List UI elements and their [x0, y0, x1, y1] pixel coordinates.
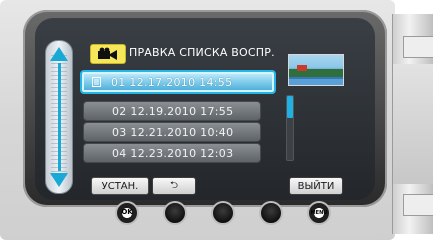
list-item-3[interactable]: 03 12.21.2010 10:40: [83, 122, 261, 142]
page-title: ПРАВКА СПИСКА ВОСПР.: [129, 46, 275, 59]
list-item-label: 04 12.23.2010 12:03: [112, 146, 234, 160]
list-item-4[interactable]: 04 12.23.2010 12:03: [83, 143, 261, 163]
video-thumbnail: [288, 54, 344, 86]
key-4[interactable]: [259, 201, 283, 225]
up-arrow-icon[interactable]: [50, 47, 68, 61]
list-item-1[interactable]: 01 12.17.2010 14:55: [80, 70, 276, 94]
menu-key[interactable]: MENU: [307, 201, 331, 225]
movie-camera-icon: [90, 44, 126, 64]
menu-label: MENU: [310, 210, 328, 216]
exit-button[interactable]: ВЫЙТИ: [289, 177, 343, 195]
scrollbar-thumb[interactable]: [287, 96, 293, 118]
key-2[interactable]: [163, 201, 187, 225]
list-item-label: 01 12.17.2010 14:55: [111, 75, 233, 89]
ok-key[interactable]: OK: [115, 201, 139, 225]
list-item-label: 02 12.19.2010 17:55: [112, 104, 234, 118]
down-arrow-icon[interactable]: [50, 173, 68, 187]
return-arrow-icon: ⮌: [169, 179, 178, 191]
slider-indicator: [58, 63, 61, 171]
back-button[interactable]: ⮌: [152, 177, 196, 195]
ok-label: OK: [121, 208, 133, 216]
key-3[interactable]: [211, 201, 235, 225]
set-button[interactable]: УСТАН.: [91, 177, 149, 195]
protected-icon: [92, 77, 101, 87]
screen-hinge: [392, 14, 433, 234]
list-item-2[interactable]: 02 12.19.2010 17:55: [83, 101, 261, 121]
camcorder-screen: ПРАВКА СПИСКА ВОСПР. 01 12.17.2010 14:55…: [0, 0, 433, 240]
list-item-label: 03 12.21.2010 10:40: [112, 125, 234, 139]
zoom-slider[interactable]: [45, 40, 73, 194]
list-scrollbar[interactable]: [286, 95, 294, 161]
